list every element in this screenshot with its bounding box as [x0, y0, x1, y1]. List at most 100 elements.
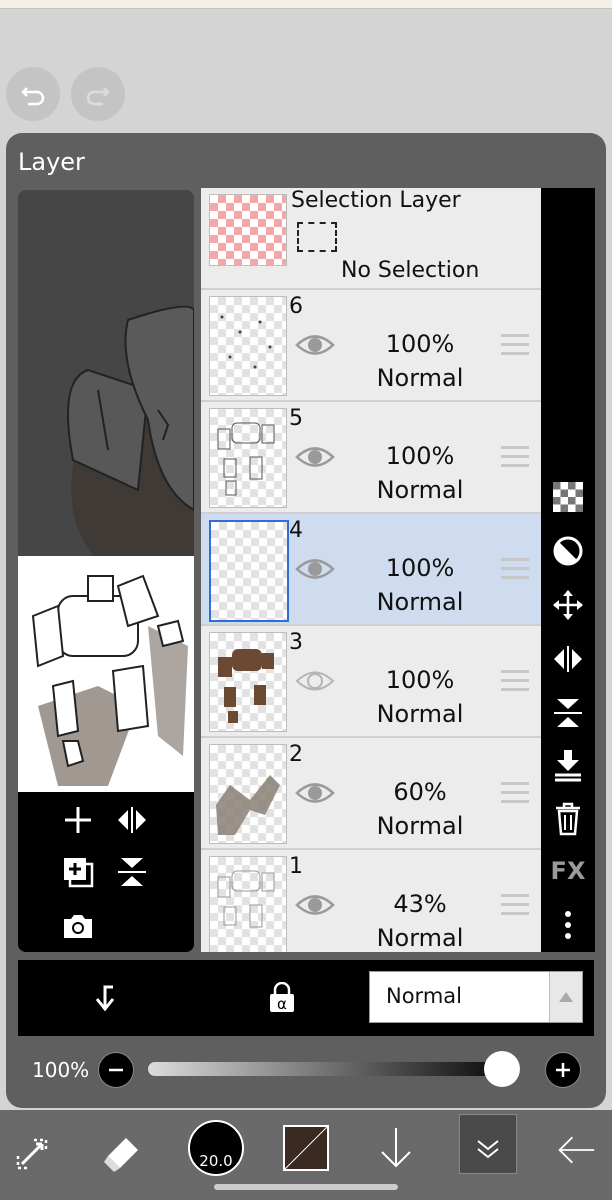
opacity-increase-button[interactable]	[545, 1052, 581, 1088]
contrast-icon	[553, 536, 583, 566]
move-button[interactable]	[549, 586, 587, 624]
fx-button[interactable]: FX	[549, 852, 587, 890]
flip-horizontal-button[interactable]	[112, 800, 152, 840]
selection-status: No Selection	[341, 258, 480, 283]
opacity-slider[interactable]	[148, 1062, 520, 1076]
redo-icon	[86, 87, 110, 106]
merge-down-icon	[555, 750, 581, 782]
eye-icon[interactable]	[295, 892, 335, 918]
drag-handle-icon[interactable]	[501, 670, 529, 692]
blend-mode-dropdown[interactable]	[549, 972, 582, 1022]
color-swatch-button[interactable]	[283, 1125, 329, 1171]
drag-handle-icon[interactable]	[501, 446, 529, 468]
layer-row-3[interactable]: 3 100% Normal	[201, 626, 541, 738]
preview-tools	[18, 792, 194, 952]
layer-down-button[interactable]	[376, 1128, 416, 1168]
layer-thumbnail	[209, 856, 287, 952]
layer-opacity: 43%	[393, 890, 447, 918]
flip-horizontal-icon	[118, 807, 146, 833]
panel-title: Layer	[18, 148, 85, 176]
merge-down-button[interactable]	[549, 746, 587, 784]
copy-layer-icon	[64, 858, 94, 888]
transparency-button[interactable]	[549, 478, 587, 516]
home-indicator	[214, 1184, 398, 1190]
eraser-tool-button[interactable]	[102, 1134, 142, 1174]
opacity-decrease-button[interactable]	[98, 1052, 134, 1088]
adjust-button[interactable]	[549, 532, 587, 570]
selection-layer-name: Selection Layer	[291, 188, 461, 213]
eye-icon[interactable]	[295, 332, 335, 358]
opacity-slider-thumb[interactable]	[484, 1051, 520, 1087]
more-options-button[interactable]	[549, 906, 587, 944]
layer-thumbnail	[209, 408, 287, 508]
layer-panel-toggle-button[interactable]	[459, 1114, 517, 1174]
layer-opacity: 60%	[393, 778, 447, 806]
layer-blend-mode: Normal	[376, 700, 464, 728]
layer-thumbnail	[209, 520, 289, 622]
drag-handle-icon[interactable]	[501, 782, 529, 804]
layer-row-6[interactable]: 6 100% Normal	[201, 290, 541, 402]
opacity-value: 100%	[32, 1058, 90, 1082]
undo-icon	[21, 87, 45, 106]
drag-handle-icon[interactable]	[501, 894, 529, 916]
flip-vertical-button[interactable]	[112, 852, 152, 892]
redo-button[interactable]	[71, 67, 125, 121]
camera-button[interactable]	[58, 906, 98, 946]
navigator-thumbnail[interactable]	[18, 556, 194, 792]
clipping-button[interactable]	[86, 978, 126, 1018]
layer-list[interactable]: Selection Layer No Selection 6 100% Norm…	[201, 188, 541, 952]
eye-icon[interactable]	[295, 444, 335, 470]
artwork-thumbnail	[31, 574, 188, 786]
drag-handle-icon[interactable]	[501, 334, 529, 356]
alpha-lock-icon: α	[270, 982, 294, 1013]
layer-number: 3	[289, 630, 303, 655]
brush-size-value: 20.0	[199, 1152, 233, 1170]
move-arrows-icon	[553, 590, 583, 620]
layer-row-1[interactable]: 1 43% Normal	[201, 850, 541, 952]
add-layer-button[interactable]	[58, 800, 98, 840]
svg-text:α: α	[277, 995, 287, 1013]
layer-thumbnail	[209, 744, 287, 844]
alpha-lock-button[interactable]: α	[262, 978, 302, 1018]
double-chevron-down-icon	[477, 1140, 499, 1159]
layer-thumbnail	[209, 632, 287, 732]
status-bar	[0, 0, 612, 9]
selection-marquee-icon	[297, 222, 337, 252]
clipping-arrow-icon	[95, 985, 115, 1012]
eraser-icon	[104, 1138, 138, 1172]
blend-mode-value: Normal	[386, 984, 462, 1008]
layer-number: 2	[289, 742, 303, 767]
layer-blend-mode: Normal	[376, 924, 464, 952]
plus-icon	[556, 1063, 570, 1077]
trash-icon	[556, 802, 580, 836]
eye-icon[interactable]	[295, 668, 335, 694]
flip-vertical-icon	[118, 858, 146, 886]
layer-opacity: 100%	[385, 554, 455, 582]
eye-icon[interactable]	[295, 780, 335, 806]
flip-horizontal-layer-button[interactable]	[549, 640, 587, 678]
flip-vertical-layer-button[interactable]	[549, 694, 587, 732]
layer-row-4[interactable]: 4 100% Normal	[201, 514, 541, 626]
delete-layer-button[interactable]	[549, 800, 587, 838]
selection-layer-row[interactable]: Selection Layer No Selection	[201, 188, 541, 290]
transform-tool-button[interactable]	[12, 1134, 52, 1174]
layer-number: 4	[289, 518, 303, 543]
layer-number: 1	[289, 854, 303, 879]
eye-icon[interactable]	[295, 556, 335, 582]
layer-blend-mode: Normal	[376, 476, 464, 504]
layer-opacity: 100%	[385, 666, 455, 694]
back-button[interactable]	[556, 1130, 596, 1170]
undo-button[interactable]	[6, 67, 60, 121]
copy-layer-button[interactable]	[58, 852, 98, 892]
flip-horizontal-icon	[554, 646, 582, 672]
layer-thumbnail	[209, 296, 287, 396]
layer-blend-mode: Normal	[376, 364, 464, 392]
brush-size-button[interactable]: 20.0	[188, 1120, 244, 1176]
layer-row-2[interactable]: 2 60% Normal	[201, 738, 541, 850]
plus-icon	[65, 807, 91, 833]
drag-handle-icon[interactable]	[501, 558, 529, 580]
chevron-up-icon	[559, 992, 573, 1002]
blend-mode-select[interactable]: Normal	[369, 971, 583, 1023]
color-swatch-icon	[285, 1127, 327, 1169]
layer-row-5[interactable]: 5 100% Normal	[201, 402, 541, 514]
